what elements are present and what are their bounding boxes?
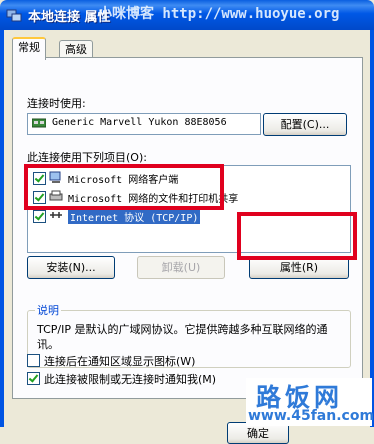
watermark: 小咪博客 http://www.huoyue.org (98, 6, 340, 22)
tcp-ip-label: Internet 协议 (TCP/IP) (68, 209, 201, 224)
tcp-ip-highlight (24, 164, 224, 210)
tcp-ip-checkbox[interactable] (33, 210, 46, 223)
network-connection-icon (6, 9, 22, 22)
uninstall-button[interactable]: 卸载(U) (137, 256, 225, 279)
title-bar[interactable]: 本地连接 属性 小咪博客 http://www.huoyue.org (0, 0, 374, 30)
tab-advanced[interactable]: 高级 (59, 40, 93, 58)
items-label: 此连接使用下列项目(O): (27, 151, 147, 164)
description-text: TCP/IP 是默认的广域网协议。它提供跨越多种互联网络的通讯。 (37, 323, 328, 351)
protocol-icon (50, 212, 62, 218)
window-frame-right (370, 30, 374, 427)
site-logo: 路饭网 www.45fan.com (246, 378, 374, 426)
description-title: 说明 (35, 302, 61, 318)
network-card-icon (32, 118, 46, 128)
logo-url: www.45fan.com (248, 408, 374, 424)
properties-highlight (237, 212, 357, 260)
adapter-field: Generic Marvell Yukon 88E8056 (27, 113, 261, 135)
install-button[interactable]: 安装(N)... (27, 256, 115, 279)
notify-label: 此连接被限制或无连接时通知我(M) (44, 373, 217, 386)
tab-general[interactable]: 常规 (12, 37, 46, 60)
show-icon-label: 连接后在通知区域显示图标(W) (44, 355, 196, 368)
adapter-name: Generic Marvell Yukon 88E8056 (52, 117, 227, 128)
configure-button[interactable]: 配置(C)... (263, 113, 347, 136)
connect-using-label: 连接时使用: (27, 97, 86, 110)
show-icon-checkbox[interactable] (27, 354, 40, 367)
notify-checkbox[interactable] (27, 372, 40, 385)
